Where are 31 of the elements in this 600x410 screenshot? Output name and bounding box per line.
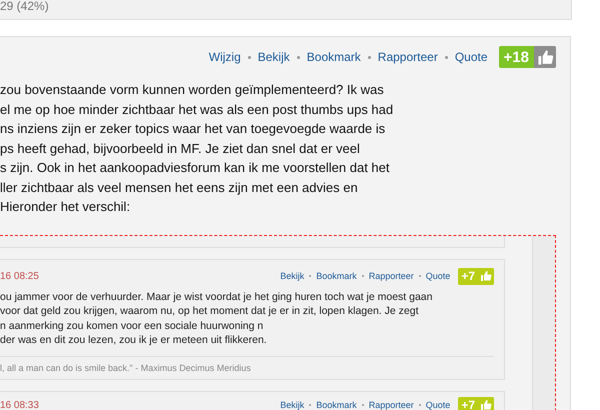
post-text-line: el me op hoe minder zichtbaar het was als een post thumbs ups had bbox=[0, 100, 394, 119]
post-text-line: voor dat geld zou krijgen, waarom nu, op het moment dat je er in zit, lopen klagen. Je zegt bbox=[0, 304, 420, 318]
post-action-link[interactable]: Rapporteer bbox=[368, 400, 414, 410]
post-action-link[interactable]: Bekijk bbox=[280, 400, 304, 410]
post-text-line: zou bovenstaande vorm kunnen worden geïmplementeerd? Ik was bbox=[0, 81, 385, 99]
post-action-link[interactable]: Bookmark bbox=[316, 271, 357, 281]
post-text-line: ps heeft gehad, bijvoorbeeld in MF. Je ziet dan snel dat er veel bbox=[0, 140, 361, 158]
post-action-link[interactable]: Bekijk bbox=[258, 50, 290, 64]
post-text-line: ns inziens zijn er zeker topics waar het van toegevoegde waarde is bbox=[0, 120, 386, 138]
post-text-line: Hieronder het verschil: bbox=[0, 198, 132, 216]
post-text-line: der was en dit zou lezen, zou ik je er meteen uit flikkeren. bbox=[0, 333, 268, 348]
thumbs-up-icon bbox=[480, 270, 492, 282]
thumbs-up-icon bbox=[536, 48, 554, 66]
thumbs-up-icon bbox=[480, 399, 492, 410]
post-action-link[interactable]: Quote bbox=[426, 400, 450, 410]
post-action-link[interactable]: Rapporteer bbox=[368, 271, 414, 281]
post-text-line: s zijn. Ook in het aankoopadviesforum kan ik me voorstellen dat het bbox=[0, 159, 390, 177]
post-text-line: n aanmerking zou komen voor een sociale huurwoning n bbox=[0, 318, 264, 333]
post-action-link[interactable]: Rapporteer bbox=[378, 50, 438, 64]
post-action-link[interactable]: Wijzig bbox=[208, 50, 241, 64]
post-date: 16 08:33 bbox=[0, 400, 39, 410]
signature-text: l, all a man can do is smile back." - Maximus Decimus Meridius bbox=[0, 356, 494, 372]
post-action-link[interactable]: Quote bbox=[454, 50, 488, 64]
post-action-link[interactable]: Bookmark bbox=[306, 50, 361, 64]
post-action-link[interactable]: Bekijk bbox=[280, 271, 304, 281]
post-date: 16 08:25 bbox=[0, 270, 39, 282]
post-text-line: ou jammer voor de verhuurder. Maar je wist voordat je het ging huren toch wat je moest gaan bbox=[0, 290, 434, 304]
vote-count: 29 (42%) bbox=[0, 0, 50, 13]
post-action-link[interactable]: Bookmark bbox=[316, 400, 357, 410]
post-text-line: ller zichtbaar als veel mensen het eens zijn met een advies en bbox=[0, 178, 359, 197]
post-action-link[interactable]: Quote bbox=[426, 271, 450, 281]
